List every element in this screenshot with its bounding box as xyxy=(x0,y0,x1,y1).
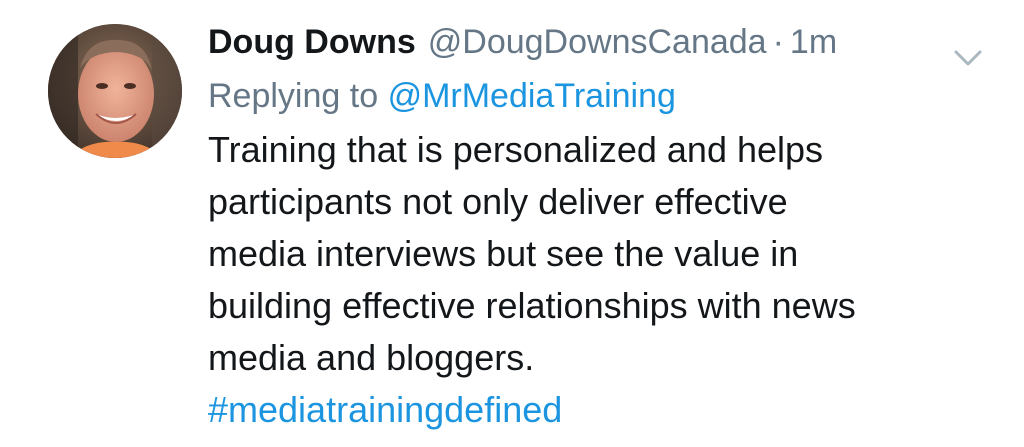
replying-to-label: Replying to xyxy=(208,77,379,115)
tweet-text: Training that is personalized and helps … xyxy=(208,124,998,436)
avatar[interactable] xyxy=(48,24,182,158)
author-handle[interactable]: @DougDownsCanada xyxy=(428,18,767,66)
tweet-timestamp[interactable]: 1m xyxy=(790,18,837,66)
reply-handle-link[interactable]: @MrMediaTraining xyxy=(388,77,676,115)
hashtag-link[interactable]: #mediatrainingdefined xyxy=(208,384,998,436)
tweet-card: Doug Downs @DougDownsCanada · 1m Replyin… xyxy=(0,0,1024,447)
replying-to: Replying to @MrMediaTraining xyxy=(208,72,998,120)
tweet-text-line: building effective relationships with ne… xyxy=(208,285,856,326)
author-name[interactable]: Doug Downs xyxy=(208,18,416,66)
tweet-text-line: Training that is personalized and helps xyxy=(208,129,824,170)
tweet-text-line: media and bloggers. xyxy=(208,337,535,378)
tweet-text-line: media interviews but see the value in xyxy=(208,233,799,274)
tweet-text-line: participants not only deliver effective xyxy=(208,181,788,222)
avatar-photo-icon xyxy=(48,24,182,158)
tweet-header: Doug Downs @DougDownsCanada · 1m xyxy=(208,18,998,66)
chevron-down-icon[interactable] xyxy=(950,46,986,70)
tweet-content: Doug Downs @DougDownsCanada · 1m Replyin… xyxy=(208,18,998,436)
separator-dot: · xyxy=(772,23,784,61)
